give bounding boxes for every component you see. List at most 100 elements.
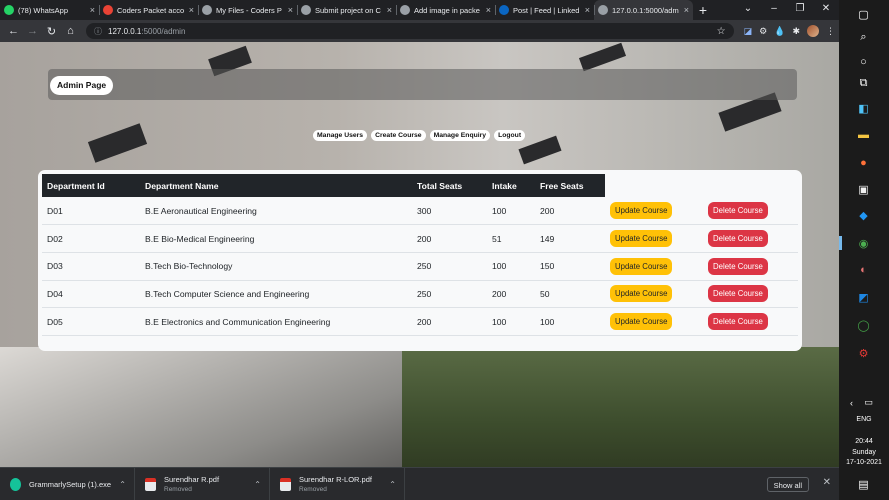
chevron-up-icon[interactable]: ⌃	[254, 480, 261, 489]
clock-day[interactable]: Sunday	[839, 449, 889, 456]
browser-tab[interactable]: Post | Feed | Linked ×	[495, 0, 594, 20]
window-controls: ⌄ – ❐ ✕	[735, 0, 839, 18]
back-icon[interactable]: ←	[4, 25, 23, 37]
chevron-up-icon[interactable]: ⌃	[389, 480, 396, 489]
close-window-icon[interactable]: ✕	[813, 0, 839, 18]
chevron-left-icon[interactable]: ‹	[844, 395, 859, 410]
minimize-icon[interactable]: –	[761, 0, 787, 18]
nav-manage-users[interactable]: Manage Users	[313, 130, 368, 141]
globe-icon	[301, 5, 311, 15]
update-course-button[interactable]: Update Course	[610, 230, 673, 248]
tab-title: 127.0.0.1:5000/adm	[612, 5, 679, 15]
delete-course-button[interactable]: Delete Course	[708, 285, 768, 303]
store-icon[interactable]: ▣	[856, 182, 871, 197]
info-icon[interactable]: ⓘ	[94, 26, 102, 37]
extension-badge-icon[interactable]: ◪	[744, 26, 753, 37]
battery-icon[interactable]: ▭	[861, 395, 876, 410]
browser-tab[interactable]: (78) WhatsApp ×	[0, 0, 99, 20]
browser-tab[interactable]: 127.0.0.1:5000/adm ×	[594, 0, 693, 20]
tab-title: Post | Feed | Linked	[513, 5, 580, 15]
chevron-up-icon[interactable]: ⌃	[119, 480, 126, 489]
browser-tab[interactable]: My Files - Coders P ×	[198, 0, 297, 20]
home-icon[interactable]: ⌂	[61, 25, 80, 37]
nav-logout[interactable]: Logout	[494, 130, 526, 141]
bookmark-star-icon[interactable]: ☆	[717, 26, 726, 37]
windows-start-icon[interactable]: ▢	[856, 7, 871, 22]
app-icon[interactable]: ◩	[856, 290, 871, 305]
address-bar[interactable]: ⓘ 127.0.0.1:5000/admin ☆	[86, 23, 734, 39]
language-indicator[interactable]: ENG	[839, 416, 889, 423]
cell-department-id: D01	[42, 197, 140, 226]
cortana-icon[interactable]: ○	[856, 54, 871, 69]
app-icon[interactable]: ◆	[856, 208, 871, 223]
header-update-blank	[605, 174, 703, 197]
reload-icon[interactable]: ↻	[42, 25, 61, 38]
delete-course-button[interactable]: Delete Course	[708, 202, 768, 220]
nav-manage-enquiry[interactable]: Manage Enquiry	[429, 130, 491, 141]
file-explorer-icon[interactable]: ▬	[856, 127, 871, 142]
browser-tab[interactable]: Submit project on C ×	[297, 0, 396, 20]
delete-course-button[interactable]: Delete Course	[708, 257, 768, 275]
cell-total-seats: 200	[412, 224, 487, 253]
forward-icon[interactable]: →	[23, 25, 42, 37]
tab-close-icon[interactable]: ×	[387, 5, 392, 15]
cell-intake: 100	[487, 252, 535, 281]
globe-icon	[400, 5, 410, 15]
cell-free-seats: 149	[535, 224, 605, 253]
app-icon[interactable]: ◯	[856, 318, 871, 333]
tab-close-icon[interactable]: ×	[486, 5, 491, 15]
chrome-icon[interactable]: ◉	[856, 236, 871, 251]
pdf-icon	[280, 477, 291, 491]
update-course-button[interactable]: Update Course	[610, 202, 673, 220]
notification-icon[interactable]: ▤	[856, 477, 871, 492]
update-course-button[interactable]: Update Course	[610, 285, 673, 303]
download-item[interactable]: Surendhar R-LOR.pdf Removed ⌃	[270, 467, 405, 500]
delete-course-button[interactable]: Delete Course	[708, 313, 768, 331]
close-icon[interactable]: ✕	[823, 477, 831, 488]
browser-tab[interactable]: Coders Packet acco ×	[99, 0, 198, 20]
update-course-button[interactable]: Update Course	[610, 257, 673, 275]
drop-extension-icon[interactable]: 💧	[774, 26, 785, 37]
profile-avatar[interactable]	[807, 25, 819, 37]
download-status: Removed	[164, 486, 192, 493]
browser-toolbar: ← → ↻ ⌂ ⓘ 127.0.0.1:5000/admin ☆ ◪ ⚙ 💧 ✱…	[0, 20, 839, 42]
department-table: Department Id Department Name Total Seat…	[42, 174, 798, 336]
update-course-button[interactable]: Update Course	[610, 313, 673, 331]
table-row: D03 B.Tech Bio-Technology 250 100 150 Up…	[42, 252, 798, 281]
tab-title: Submit project on C	[315, 5, 381, 15]
app-icon[interactable]: ◐	[856, 262, 871, 277]
cell-department-name: B.E Bio-Medical Engineering	[140, 224, 412, 253]
tab-close-icon[interactable]: ×	[189, 5, 194, 15]
admin-page-badge[interactable]: Admin Page	[50, 76, 114, 95]
graduation-cap-decoration	[87, 123, 148, 163]
tab-title: Coders Packet acco	[117, 5, 185, 15]
table-row: D01 B.E Aeronautical Engineering 300 100…	[42, 197, 798, 226]
puzzle-icon[interactable]: ✱	[792, 26, 800, 37]
cell-intake: 51	[487, 224, 535, 253]
app-icon[interactable]: ◧	[856, 101, 871, 116]
browser-tab[interactable]: Add image in packe ×	[396, 0, 495, 20]
firefox-icon[interactable]: ●	[856, 155, 871, 170]
admin-nav: Manage Users Create Course Manage Enquir…	[313, 130, 526, 141]
clock-time[interactable]: 20:44	[839, 438, 889, 445]
cell-intake: 100	[487, 307, 535, 336]
search-icon[interactable]: ⌕	[856, 30, 871, 45]
delete-course-button[interactable]: Delete Course	[708, 230, 768, 248]
download-item[interactable]: Surendhar R.pdf Removed ⌃	[135, 467, 270, 500]
menu-kebab-icon[interactable]: ⋮	[826, 26, 835, 37]
tab-close-icon[interactable]: ×	[684, 5, 689, 15]
chevron-down-icon[interactable]: ⌄	[735, 0, 761, 18]
nav-create-course[interactable]: Create Course	[371, 130, 426, 141]
clock-date[interactable]: 17-10-2021	[839, 459, 889, 466]
gear-extension-icon[interactable]: ⚙	[759, 26, 767, 37]
cell-total-seats: 200	[412, 307, 487, 336]
download-item[interactable]: GrammarlySetup (1).exe ⌃	[0, 467, 135, 500]
restore-icon[interactable]: ❐	[787, 0, 813, 18]
tab-close-icon[interactable]: ×	[585, 5, 590, 15]
tab-close-icon[interactable]: ×	[90, 5, 95, 15]
new-tab-button[interactable]: +	[693, 0, 713, 20]
task-view-icon[interactable]: ⧉	[856, 76, 871, 91]
show-all-button[interactable]: Show all	[766, 477, 809, 492]
tab-close-icon[interactable]: ×	[288, 5, 293, 15]
gear-icon[interactable]: ⚙	[856, 346, 871, 361]
